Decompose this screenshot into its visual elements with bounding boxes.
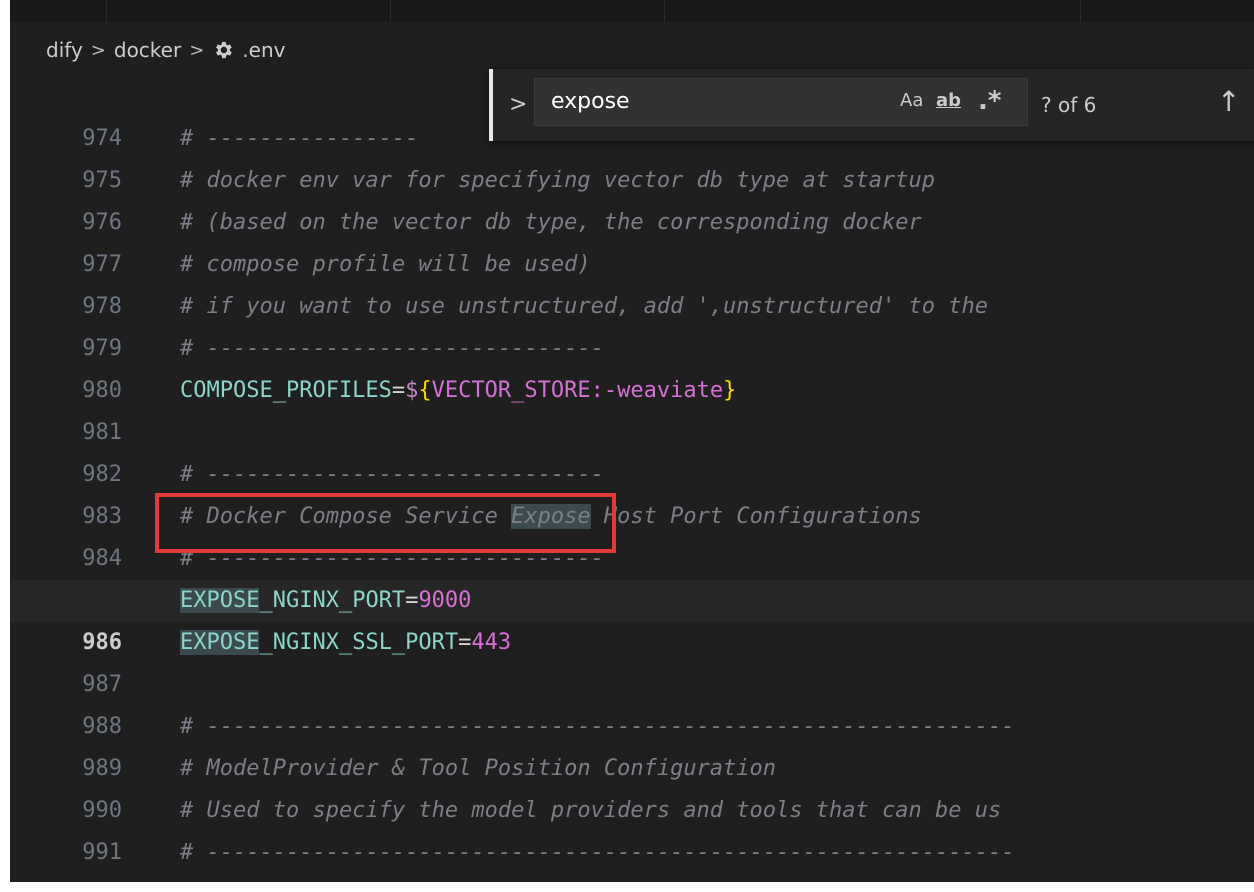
tab-separator	[1080, 0, 1081, 22]
comment-text: # ModelProvider & Tool Position Configur…	[180, 756, 777, 781]
whole-word-icon[interactable]: ab	[936, 86, 961, 116]
code-line[interactable]: 985 # ------------------------------	[10, 538, 1254, 613]
env-key: _NGINX_SSL_PORT	[259, 630, 459, 655]
comment-text: Host Port Configurations	[590, 504, 922, 529]
code-line[interactable]: 987 EXPOSE_NGINX_SSL_PORT=443	[10, 622, 1254, 697]
env-value: 9000	[418, 588, 472, 613]
code-line[interactable]: 984 # Docker Compose Service Expose Host…	[10, 496, 1254, 571]
env-key: COMPOSE_PROFILES	[180, 378, 392, 403]
breadcrumb: dify > docker > .env	[46, 36, 285, 64]
env-value: 443	[471, 630, 512, 655]
equals-sign: =	[458, 630, 472, 655]
regex-icon[interactable]: .*	[978, 86, 1001, 116]
line-number: 992	[10, 874, 122, 882]
breadcrumb-item-dify[interactable]: dify	[46, 38, 83, 62]
line-text: EXPOSE_NGINX_SSL_PORT=443	[180, 622, 511, 664]
breadcrumb-separator: >	[90, 39, 106, 61]
search-match: Expose	[511, 504, 591, 529]
brace-close: }	[723, 378, 737, 403]
brace-open: {	[418, 378, 432, 403]
env-value: VECTOR_STORE:-weaviate	[431, 378, 724, 403]
code-line[interactable]: 976 # docker env var for specifying vect…	[10, 160, 1254, 235]
code-editor[interactable]: 974 975 # ---------------- 976 # docker …	[10, 76, 1254, 882]
code-line[interactable]: 988	[10, 664, 1254, 739]
comment-text: # docker env var for specifying vector d…	[180, 168, 935, 193]
find-widget: > expose Aa ab .* ? of 6 ↑	[489, 69, 1254, 141]
code-line[interactable]: 978 # compose profile will be used)	[10, 244, 1254, 319]
toggle-replace-chevron-icon[interactable]: >	[509, 91, 527, 119]
code-line[interactable]: 980 # ------------------------------	[10, 328, 1254, 403]
comment-text: # compose profile will be used)	[180, 252, 591, 277]
tab-separator	[106, 0, 107, 22]
previous-match-arrow-up-icon[interactable]: ↑	[1217, 84, 1240, 120]
code-line[interactable]: 977 # (based on the vector db type, the …	[10, 202, 1254, 277]
equals-sign: =	[391, 378, 406, 403]
tab-separator	[664, 0, 665, 22]
comment-text: # ----------------	[180, 126, 419, 151]
env-key: _NGINX_PORT	[259, 588, 406, 613]
code-line[interactable]: 992 # ----------------------------------…	[10, 832, 1254, 874]
comment-text: # ------------------------------	[180, 462, 604, 487]
breadcrumb-item-env[interactable]: .env	[242, 38, 285, 62]
search-match: EXPOSE	[180, 588, 260, 613]
search-match: EXPOSE	[180, 630, 260, 655]
comment-text: # --------------------------------------…	[180, 714, 1015, 739]
breadcrumb-item-docker[interactable]: docker	[114, 38, 181, 62]
tab-bar	[10, 0, 1254, 22]
gear-icon	[216, 41, 233, 59]
comment-text: # if you want to use unstructured, add '…	[180, 294, 988, 319]
equals-sign: =	[405, 588, 419, 613]
comment-text: # --------------------------------------…	[180, 840, 1015, 865]
comment-text: # ------------------------------	[180, 336, 604, 361]
line-text: # Docker Compose Service Expose Host Por…	[180, 496, 922, 538]
code-line[interactable]: 983 # ------------------------------	[10, 454, 1254, 529]
find-widget-resize-handle[interactable]	[489, 69, 493, 141]
dollar-sign: $	[405, 378, 419, 403]
comment-text: # ------------------------------	[180, 546, 604, 571]
code-line[interactable]: 990 # ModelProvider & Tool Position Conf…	[10, 748, 1254, 823]
comment-text: # (based on the vector db type, the corr…	[180, 210, 922, 235]
match-count: ? of 6	[1041, 93, 1097, 117]
code-line-current[interactable]: 986 EXPOSE_NGINX_PORT=9000	[10, 580, 1254, 655]
tab-separator	[390, 0, 391, 22]
line-text: EXPOSE_NGINX_PORT=9000	[180, 580, 471, 622]
match-case-icon[interactable]: Aa	[900, 86, 923, 116]
comment-text: # Used to specify the model providers an…	[180, 798, 1002, 823]
code-line[interactable]: 991 # Used to specify the model provider…	[10, 790, 1254, 865]
code-line[interactable]: 989 # ----------------------------------…	[10, 706, 1254, 781]
line-text: COMPOSE_PROFILES=${VECTOR_STORE:-weaviat…	[180, 370, 736, 412]
code-line[interactable]: 979 # if you want to use unstructured, a…	[10, 286, 1254, 361]
breadcrumb-separator: >	[189, 39, 205, 61]
code-line[interactable]: 982	[10, 412, 1254, 487]
code-line[interactable]: 981 COMPOSE_PROFILES=${VECTOR_STORE:-wea…	[10, 370, 1254, 445]
comment-text: # Docker Compose Service	[180, 504, 512, 529]
